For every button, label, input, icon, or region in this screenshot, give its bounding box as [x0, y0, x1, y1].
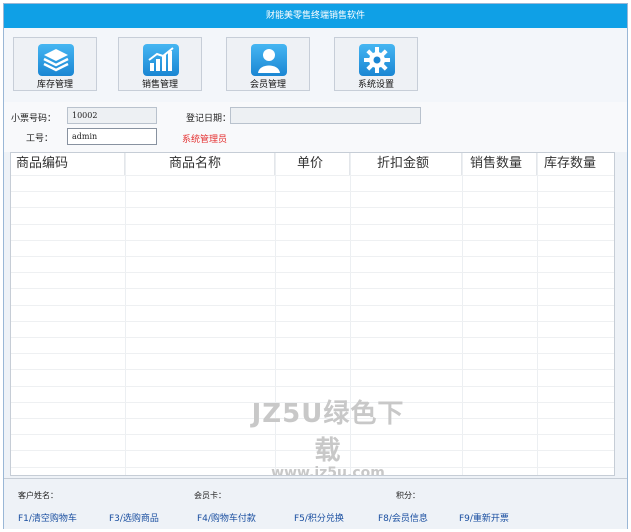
- sales-button-label: 销售管理: [141, 80, 178, 90]
- table-gridline-row: [11, 224, 614, 225]
- clear-cart-shortcut[interactable]: F1/清空购物车: [18, 511, 77, 524]
- ticket-number-field[interactable]: 10002: [67, 107, 157, 124]
- customer-name-label: 客户姓名：: [18, 491, 58, 500]
- table-gridline-row: [11, 369, 614, 370]
- member-info-shortcut[interactable]: F8/会员信息: [378, 511, 428, 524]
- inventory-button[interactable]: 库存管理: [13, 37, 97, 91]
- cart-table: 商品编码 商品名称 单价 折扣金额 销售数量 库存数量 JZ5U绿色下载 www…: [10, 152, 615, 476]
- table-gridline-row: [11, 240, 614, 241]
- watermark-title: JZ5U绿色下载: [251, 399, 405, 466]
- column-header-stock-qty[interactable]: 库存数量: [537, 153, 614, 175]
- settings-button-label: 系统设置: [357, 80, 394, 90]
- table-header: 商品编码 商品名称 单价 折扣金额 销售数量 库存数量: [11, 153, 614, 175]
- main-toolbar: 库存管理 销售管理 会员管理 系统设置: [4, 28, 627, 102]
- watermark: JZ5U绿色下载 www.jz5u.com: [243, 393, 413, 476]
- table-gridline-row: [11, 288, 614, 289]
- staff-id-label: 工号：: [26, 134, 54, 144]
- table-gridline-row: [11, 256, 614, 257]
- table-gridline-row: [11, 191, 614, 192]
- table-gridline-col: [462, 153, 463, 475]
- reissue-ticket-shortcut[interactable]: F9/重新开票: [459, 511, 509, 524]
- table-gridline-col: [125, 153, 126, 475]
- user-icon: [251, 44, 287, 76]
- points-exchange-shortcut[interactable]: F5/积分兑换: [294, 511, 344, 524]
- table-gridline-row: [11, 272, 614, 273]
- table-gridline-row: [11, 386, 614, 387]
- column-header-discount[interactable]: 折扣金额: [350, 153, 462, 175]
- title-bar: 财能美零售终端销售软件: [4, 4, 627, 28]
- table-gridline-col: [537, 153, 538, 475]
- table-gridline-row: [11, 337, 614, 338]
- table-gridline-row: [11, 321, 614, 322]
- members-button-label: 会员管理: [249, 80, 286, 90]
- table-gridline-row: [11, 175, 614, 176]
- bar-chart-icon: [143, 44, 179, 76]
- stack-icon: [38, 44, 74, 76]
- checkout-shortcut[interactable]: F4/购物车付款: [197, 511, 256, 524]
- table-gridline-row: [11, 207, 614, 208]
- points-label: 积分：: [396, 491, 420, 500]
- column-header-name[interactable]: 商品名称: [125, 153, 275, 175]
- settings-button[interactable]: 系统设置: [334, 37, 418, 91]
- table-gridline-row: [11, 353, 614, 354]
- staff-id-field[interactable]: admin: [67, 128, 157, 145]
- role-text: 系统管理员: [182, 135, 228, 145]
- footer-panel: 客户姓名： 会员卡： 积分： F1/清空购物车 F3/选购商品 F4/购物车付款…: [4, 478, 627, 529]
- inventory-button-label: 库存管理: [36, 80, 73, 90]
- column-header-sale-qty[interactable]: 销售数量: [462, 153, 537, 175]
- sales-button[interactable]: 销售管理: [118, 37, 202, 91]
- window-title: 财能美零售终端销售软件: [265, 11, 365, 21]
- column-header-price[interactable]: 单价: [275, 153, 350, 175]
- ticket-form: 小票号码： 10002 登记日期： 工号： admin 系统管理员: [4, 102, 627, 152]
- gear-icon: [359, 44, 395, 76]
- members-button[interactable]: 会员管理: [226, 37, 310, 91]
- register-date-field[interactable]: [230, 107, 421, 124]
- watermark-url: www.jz5u.com: [271, 465, 385, 476]
- column-header-code[interactable]: 商品编码: [11, 153, 125, 175]
- ticket-number-label: 小票号码：: [11, 114, 57, 124]
- select-goods-shortcut[interactable]: F3/选购商品: [109, 511, 159, 524]
- app-window: 财能美零售终端销售软件 库存管理 销售管理 会员管理 系统设置 小票号码： 10…: [3, 3, 628, 529]
- table-gridline-row: [11, 305, 614, 306]
- member-card-label: 会员卡：: [194, 491, 226, 500]
- register-date-label: 登记日期：: [186, 114, 232, 124]
